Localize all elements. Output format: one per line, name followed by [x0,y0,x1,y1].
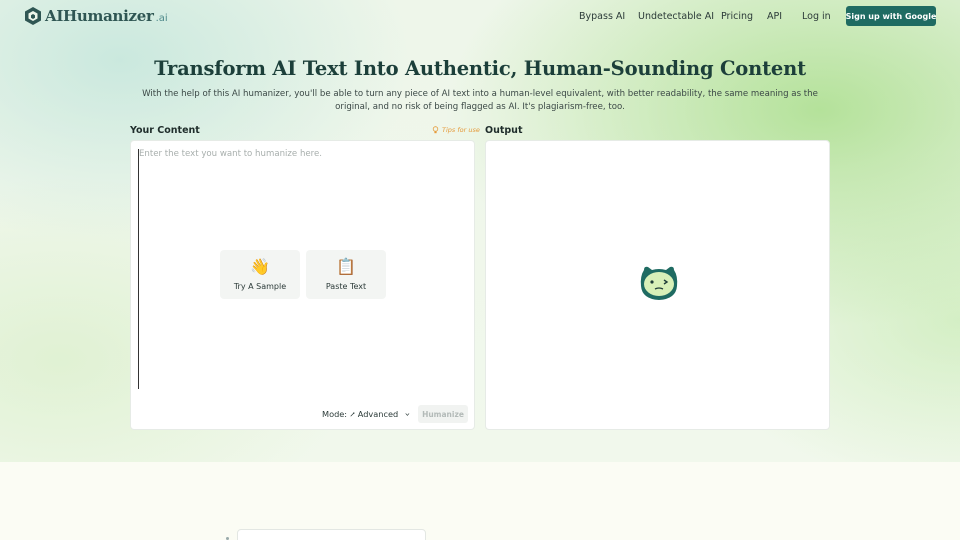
tips-link[interactable]: Tips for use [432,126,480,134]
content-input[interactable] [138,149,468,389]
robot-mascot-icon [640,266,678,300]
shield-hexagon-icon [25,7,41,25]
humanize-button[interactable]: Humanize [418,405,468,423]
below-fold-section [0,462,960,540]
nav-link-undetectable-ai[interactable]: Undetectable AI [638,11,714,22]
nav-link-api[interactable]: API [767,11,782,22]
logo-text: AIHumanizer [45,7,154,25]
output-panel-label: Output [485,125,523,136]
page-subtitle: With the help of this AI humanizer, you'… [142,89,818,112]
paste-text-button[interactable]: 📋 Paste Text [306,250,386,299]
input-card: 👋 Try A Sample 📋 Paste Text Mode: Advanc… [130,140,475,430]
mode-select[interactable]: Advanced [350,407,410,421]
chevron-down-icon [405,412,410,416]
try-sample-button[interactable]: 👋 Try A Sample [220,250,300,299]
preview-card [237,529,426,540]
nav-link-login[interactable]: Log in [802,11,831,22]
magic-wand-icon [350,411,355,416]
mode-value: Advanced [357,409,399,419]
paste-text-label: Paste Text [325,282,367,291]
clipboard-icon: 📋 [336,257,356,276]
tips-label: Tips for use [442,126,480,134]
input-panel-label: Your Content [130,125,200,136]
logo-suffix: .ai [155,12,168,24]
nav-link-pricing[interactable]: Pricing [721,11,753,22]
nav-link-bypass-ai[interactable]: Bypass AI [579,11,625,22]
top-nav: AIHumanizer .ai Bypass AI Undetectable A… [0,0,960,32]
waving-hand-icon: 👋 [250,257,270,276]
mode-label: Mode: [322,409,348,419]
bulb-icon [432,126,439,134]
signup-google-button[interactable]: Sign up with Google [846,6,936,26]
output-card [485,140,830,430]
try-sample-label: Try A Sample [233,282,287,291]
page-title: Transform AI Text Into Authentic, Human-… [154,57,806,80]
logo[interactable]: AIHumanizer .ai [24,6,168,26]
